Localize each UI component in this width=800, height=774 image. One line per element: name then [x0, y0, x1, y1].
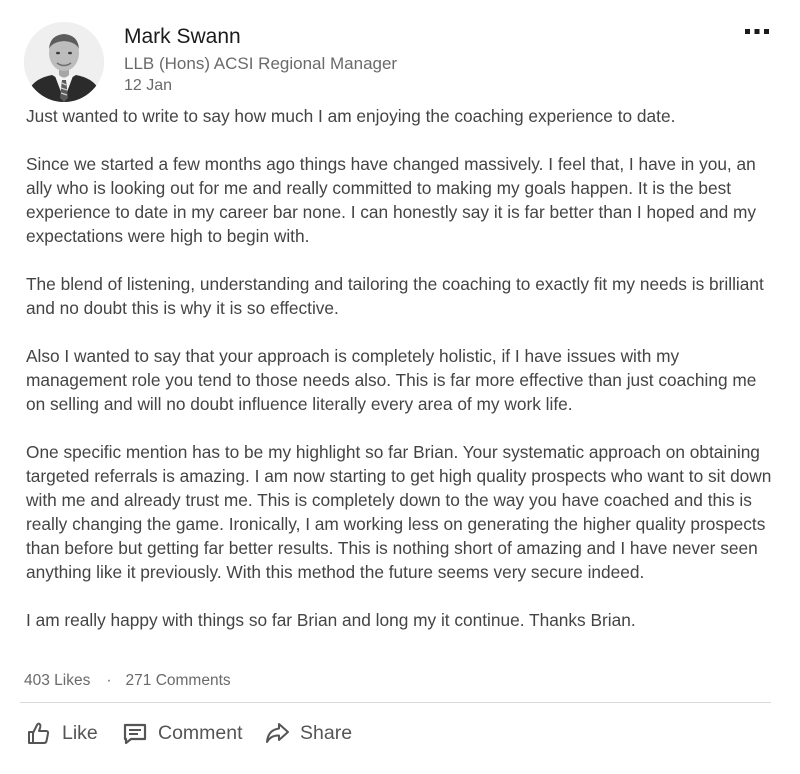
share-button[interactable]: Share	[264, 719, 352, 747]
post-paragraph-4: Also I wanted to say that your approach …	[26, 346, 757, 414]
share-label: Share	[300, 721, 353, 744]
post-paragraph-3: The blend of listening, understanding an…	[26, 274, 764, 318]
share-arrow-icon	[264, 720, 290, 746]
author-name[interactable]: Mark Swann	[124, 24, 241, 50]
more-options-icon	[745, 29, 769, 34]
divider	[20, 702, 771, 703]
comment-label: Comment	[158, 721, 243, 744]
comments-count[interactable]: 271 Comments	[126, 672, 231, 689]
post-stats: 403 Likes · 271 Comments	[24, 671, 231, 691]
more-options-button[interactable]	[741, 21, 773, 41]
stats-separator: ·	[106, 672, 112, 689]
comment-button[interactable]: Comment	[122, 719, 243, 747]
post-paragraph-2: Since we started a few months ago things…	[26, 154, 757, 246]
profile-photo-icon	[24, 22, 104, 102]
like-label: Like	[62, 721, 98, 744]
post-paragraph-1: Just wanted to write to say how much I a…	[26, 106, 676, 126]
thumbs-up-icon	[26, 720, 52, 746]
comment-icon	[122, 720, 148, 746]
post-paragraph-6: I am really happy with things so far Bri…	[26, 610, 636, 630]
like-button[interactable]: Like	[26, 719, 98, 747]
author-headline: LLB (Hons) ACSI Regional Manager	[124, 54, 398, 73]
likes-count[interactable]: 403 Likes	[24, 672, 90, 689]
post-date: 12 Jan	[124, 77, 173, 94]
post-paragraph-5: One specific mention has to be my highli…	[26, 442, 772, 582]
post-body: Just wanted to write to say how much I a…	[26, 104, 772, 632]
author-avatar[interactable]	[24, 22, 104, 102]
